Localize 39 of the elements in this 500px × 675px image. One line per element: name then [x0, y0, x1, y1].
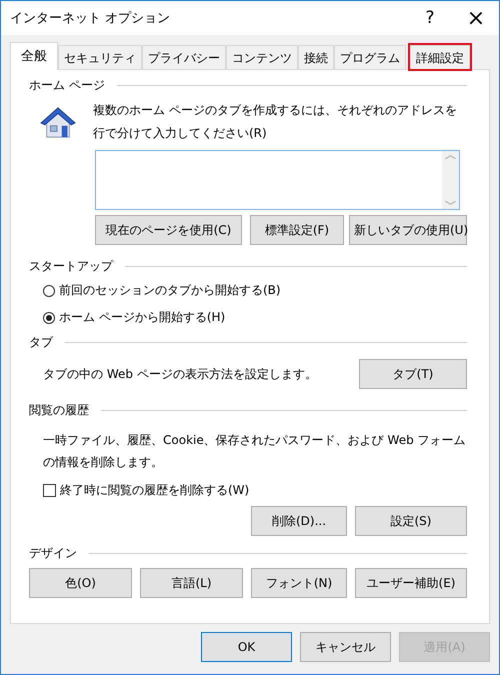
window-title: インターネット オプション: [10, 10, 170, 27]
address-field[interactable]: [95, 150, 460, 210]
section-heading: スタートアップ: [29, 258, 113, 274]
checkbox[interactable]: [43, 484, 56, 497]
instruction-text: 複数のホーム ページのタブを作成するには、それぞれのアドレスを行で分けて入力してください(R): [93, 102, 458, 142]
checkbox-label: 終了時に閲覧の履歴を削除する(W): [60, 482, 250, 499]
tab[interactable]: 詳細設定: [410, 45, 470, 69]
close-button[interactable]: ×: [453, 1, 499, 35]
button[interactable]: タブ(T): [359, 359, 467, 389]
description-text: 一時ファイル、履歴、Cookie、保存されたパスワード、および Web フォームの情報を削除します。: [43, 432, 467, 471]
radio-button[interactable]: [43, 284, 55, 296]
radio-label: 前回のセッションのタブから開始する(B): [59, 282, 281, 299]
button[interactable]: 言語(L): [140, 568, 243, 598]
button[interactable]: 設定(S): [355, 506, 467, 536]
radio-button[interactable]: [43, 312, 55, 324]
button[interactable]: 現在のページを使用(C): [95, 215, 242, 245]
tab[interactable]: 全般: [10, 42, 58, 70]
description-text: タブの中の Web ページの表示方法を設定します。: [43, 366, 317, 382]
tab[interactable]: セキュリティ: [58, 45, 142, 69]
section-heading: ホーム ページ: [29, 76, 105, 94]
tab[interactable]: プライバシー: [142, 45, 226, 69]
tab[interactable]: 接続: [298, 45, 334, 69]
button[interactable]: 標準設定(F): [250, 215, 344, 245]
scrollbar[interactable]: [442, 151, 459, 209]
button[interactable]: OK: [201, 632, 292, 662]
tab[interactable]: プログラム: [334, 45, 406, 69]
section-heading: 閲覧の履歴: [29, 402, 89, 418]
button[interactable]: キャンセル: [300, 632, 391, 662]
section-heading: デザイン: [29, 544, 77, 562]
radio-label: ホーム ページから開始する(H): [59, 309, 226, 326]
tab[interactable]: コンテンツ: [226, 45, 298, 69]
button[interactable]: フォント(N): [251, 568, 347, 598]
button[interactable]: 削除(D)...: [251, 506, 347, 536]
section-heading: タブ: [29, 334, 53, 350]
house-icon: [39, 105, 77, 139]
button[interactable]: ユーザー補助(E): [355, 568, 467, 598]
button[interactable]: 新しいタブの使用(U): [349, 215, 467, 245]
help-button[interactable]: ?: [407, 1, 453, 35]
button[interactable]: 色(O): [29, 568, 132, 598]
